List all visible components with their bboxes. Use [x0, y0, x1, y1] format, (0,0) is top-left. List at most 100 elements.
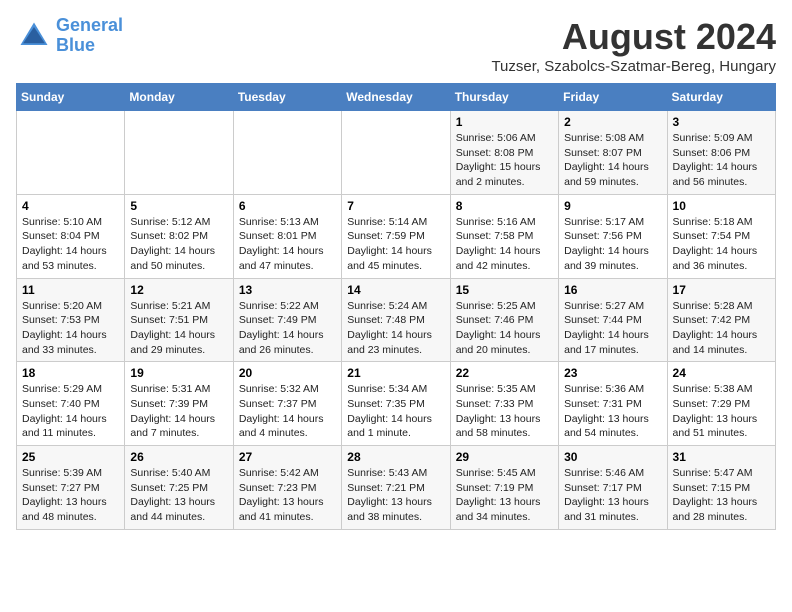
day-cell: 10 Sunrise: 5:18 AMSunset: 7:54 PMDayligh… [667, 194, 775, 278]
day-number: 17 [673, 283, 770, 297]
day-cell: 7Sunrise: 5:14 AMSunset: 7:59 PMDaylight… [342, 194, 450, 278]
day-info: Sunrise: 5:08 AMSunset: 8:07 PMDaylight:… [564, 131, 661, 190]
day-cell: 6 Sunrise: 5:13 AMSunset: 8:01 PMDaylight… [233, 194, 341, 278]
day-cell [17, 111, 125, 195]
header-wednesday: Wednesday [342, 84, 450, 111]
day-number: 19 [130, 366, 227, 380]
day-number: 7 [347, 199, 444, 213]
logo-general: General [56, 15, 123, 35]
day-number: 20 [239, 366, 336, 380]
day-cell: 11Sunrise: 5:20 AMSunset: 7:53 PMDayligh… [17, 278, 125, 362]
week-row-2: 4 Sunrise: 5:10 AMSunset: 8:04 PMDaylight… [17, 194, 776, 278]
page-header: General Blue August 2024 Tuzser, Szabolc… [16, 16, 776, 75]
week-row-5: 25Sunrise: 5:39 AMSunset: 7:27 PMDayligh… [17, 446, 776, 530]
day-info: Sunrise: 5:34 AMSunset: 7:35 PMDaylight:… [347, 382, 444, 441]
day-number: 4 [22, 199, 119, 213]
day-number: 5 [130, 199, 227, 213]
week-row-1: 1 Sunrise: 5:06 AMSunset: 8:08 PMDaylight… [17, 111, 776, 195]
day-info: Sunrise: 5:17 AMSunset: 7:56 PMDaylight:… [564, 215, 661, 274]
day-number: 24 [673, 366, 770, 380]
day-info: Sunrise: 5:16 AMSunset: 7:58 PMDaylight:… [456, 215, 553, 274]
logo-text: General Blue [56, 16, 123, 56]
day-number: 12 [130, 283, 227, 297]
header-monday: Monday [125, 84, 233, 111]
day-info: Sunrise: 5:32 AMSunset: 7:37 PMDaylight:… [239, 382, 336, 441]
location-subtitle: Tuzser, Szabolcs-Szatmar-Bereg, Hungary [491, 58, 776, 75]
day-number: 21 [347, 366, 444, 380]
day-info: Sunrise: 5:40 AMSunset: 7:25 PMDaylight:… [130, 466, 227, 525]
day-cell: 23Sunrise: 5:36 AMSunset: 7:31 PMDayligh… [559, 362, 667, 446]
day-number: 25 [22, 450, 119, 464]
day-cell: 1 Sunrise: 5:06 AMSunset: 8:08 PMDaylight… [450, 111, 558, 195]
day-number: 18 [22, 366, 119, 380]
day-number: 13 [239, 283, 336, 297]
calendar-table: SundayMondayTuesdayWednesdayThursdayFrid… [16, 83, 776, 530]
month-year-title: August 2024 [491, 16, 776, 58]
day-info: Sunrise: 5:22 AMSunset: 7:49 PMDaylight:… [239, 299, 336, 358]
day-cell: 21 Sunrise: 5:34 AMSunset: 7:35 PMDayligh… [342, 362, 450, 446]
logo: General Blue [16, 16, 123, 56]
day-cell [233, 111, 341, 195]
day-info: Sunrise: 5:20 AMSunset: 7:53 PMDaylight:… [22, 299, 119, 358]
day-cell: 18 Sunrise: 5:29 AMSunset: 7:40 PMDayligh… [17, 362, 125, 446]
day-cell: 22 Sunrise: 5:35 AMSunset: 7:33 PMDayligh… [450, 362, 558, 446]
day-number: 27 [239, 450, 336, 464]
header-saturday: Saturday [667, 84, 775, 111]
day-cell: 13 Sunrise: 5:22 AMSunset: 7:49 PMDayligh… [233, 278, 341, 362]
day-info: Sunrise: 5:18 AMSunset: 7:54 PMDaylight:… [673, 215, 770, 274]
day-info: Sunrise: 5:35 AMSunset: 7:33 PMDaylight:… [456, 382, 553, 441]
day-info: Sunrise: 5:24 AMSunset: 7:48 PMDaylight:… [347, 299, 444, 358]
day-number: 10 [673, 199, 770, 213]
day-info: Sunrise: 5:36 AMSunset: 7:31 PMDaylight:… [564, 382, 661, 441]
day-number: 9 [564, 199, 661, 213]
day-number: 15 [456, 283, 553, 297]
day-number: 16 [564, 283, 661, 297]
day-info: Sunrise: 5:12 AMSunset: 8:02 PMDaylight:… [130, 215, 227, 274]
day-cell: 16 Sunrise: 5:27 AMSunset: 7:44 PMDayligh… [559, 278, 667, 362]
day-number: 6 [239, 199, 336, 213]
day-info: Sunrise: 5:06 AMSunset: 8:08 PMDaylight:… [456, 131, 553, 190]
day-cell: 25Sunrise: 5:39 AMSunset: 7:27 PMDayligh… [17, 446, 125, 530]
day-info: Sunrise: 5:27 AMSunset: 7:44 PMDaylight:… [564, 299, 661, 358]
day-info: Sunrise: 5:28 AMSunset: 7:42 PMDaylight:… [673, 299, 770, 358]
day-info: Sunrise: 5:25 AMSunset: 7:46 PMDaylight:… [456, 299, 553, 358]
week-row-4: 18 Sunrise: 5:29 AMSunset: 7:40 PMDayligh… [17, 362, 776, 446]
day-cell: 9 Sunrise: 5:17 AMSunset: 7:56 PMDaylight… [559, 194, 667, 278]
day-info: Sunrise: 5:46 AMSunset: 7:17 PMDaylight:… [564, 466, 661, 525]
day-cell: 15 Sunrise: 5:25 AMSunset: 7:46 PMDayligh… [450, 278, 558, 362]
day-cell: 8 Sunrise: 5:16 AMSunset: 7:58 PMDaylight… [450, 194, 558, 278]
day-cell: 28 Sunrise: 5:43 AMSunset: 7:21 PMDayligh… [342, 446, 450, 530]
day-number: 22 [456, 366, 553, 380]
day-info: Sunrise: 5:09 AMSunset: 8:06 PMDaylight:… [673, 131, 770, 190]
logo-blue: Blue [56, 35, 95, 55]
day-number: 2 [564, 115, 661, 129]
week-row-3: 11Sunrise: 5:20 AMSunset: 7:53 PMDayligh… [17, 278, 776, 362]
day-number: 26 [130, 450, 227, 464]
day-info: Sunrise: 5:42 AMSunset: 7:23 PMDaylight:… [239, 466, 336, 525]
day-info: Sunrise: 5:10 AMSunset: 8:04 PMDaylight:… [22, 215, 119, 274]
day-cell [125, 111, 233, 195]
day-number: 28 [347, 450, 444, 464]
day-info: Sunrise: 5:38 AMSunset: 7:29 PMDaylight:… [673, 382, 770, 441]
header-friday: Friday [559, 84, 667, 111]
day-number: 31 [673, 450, 770, 464]
day-cell [342, 111, 450, 195]
day-info: Sunrise: 5:29 AMSunset: 7:40 PMDaylight:… [22, 382, 119, 441]
day-cell: 17 Sunrise: 5:28 AMSunset: 7:42 PMDayligh… [667, 278, 775, 362]
day-info: Sunrise: 5:13 AMSunset: 8:01 PMDaylight:… [239, 215, 336, 274]
day-number: 14 [347, 283, 444, 297]
day-cell: 29Sunrise: 5:45 AMSunset: 7:19 PMDayligh… [450, 446, 558, 530]
day-cell: 4 Sunrise: 5:10 AMSunset: 8:04 PMDaylight… [17, 194, 125, 278]
day-cell: 20 Sunrise: 5:32 AMSunset: 7:37 PMDayligh… [233, 362, 341, 446]
day-cell: 31Sunrise: 5:47 AMSunset: 7:15 PMDayligh… [667, 446, 775, 530]
day-cell: 19Sunrise: 5:31 AMSunset: 7:39 PMDayligh… [125, 362, 233, 446]
day-number: 8 [456, 199, 553, 213]
day-cell: 5 Sunrise: 5:12 AMSunset: 8:02 PMDaylight… [125, 194, 233, 278]
header-sunday: Sunday [17, 84, 125, 111]
day-cell: 27 Sunrise: 5:42 AMSunset: 7:23 PMDayligh… [233, 446, 341, 530]
header-thursday: Thursday [450, 84, 558, 111]
day-info: Sunrise: 5:43 AMSunset: 7:21 PMDaylight:… [347, 466, 444, 525]
day-number: 1 [456, 115, 553, 129]
day-number: 30 [564, 450, 661, 464]
day-number: 3 [673, 115, 770, 129]
